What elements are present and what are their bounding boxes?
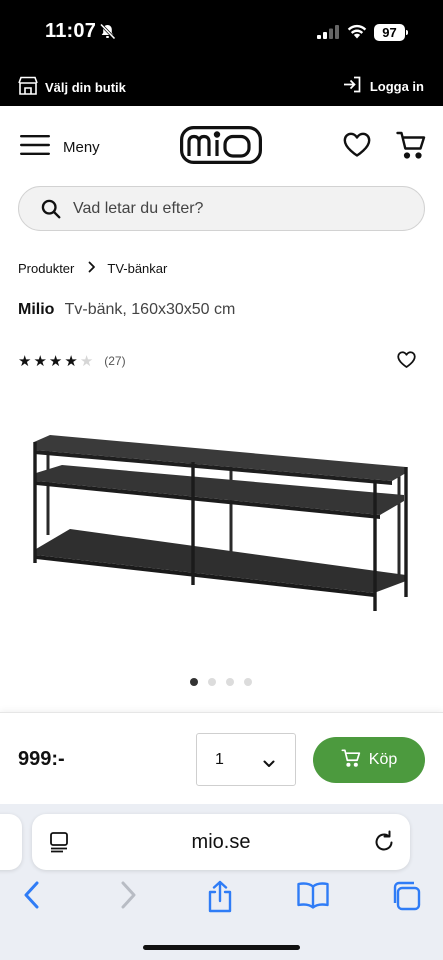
store-icon [18, 76, 38, 98]
browser-chrome: mio.se [0, 804, 443, 960]
star-icon: ★ [64, 353, 78, 370]
tabs-overview-icon[interactable] [390, 880, 422, 917]
buy-button-label: Köp [368, 751, 398, 768]
heart-icon [397, 351, 416, 372]
star-icon: ★ [18, 353, 32, 370]
select-store-label: Välj din butik [45, 79, 126, 95]
mio-logo[interactable] [180, 126, 263, 169]
carousel-dot[interactable] [244, 678, 252, 686]
product-brand: Milio [18, 301, 55, 318]
cart-button[interactable] [396, 131, 426, 164]
breadcrumb: Produkter TV-bänkar [18, 261, 167, 276]
image-carousel-dots [190, 678, 252, 686]
carousel-dot[interactable] [190, 678, 198, 686]
product-name: Tv-bänk, 160x30x50 cm [64, 301, 236, 318]
cart-icon [396, 131, 426, 163]
previous-tab-preview[interactable] [0, 814, 22, 870]
hamburger-icon [20, 134, 50, 160]
url-text: mio.se [191, 831, 251, 853]
breadcrumb-item-products[interactable]: Produkter [18, 261, 74, 276]
quantity-select[interactable]: 1 [196, 733, 296, 786]
back-icon[interactable] [22, 880, 42, 915]
review-count: (27) [104, 354, 126, 368]
signal-icon [317, 25, 340, 44]
star-icon: ★ [33, 353, 47, 370]
reload-icon[interactable] [373, 830, 395, 858]
quantity-value: 1 [215, 751, 224, 768]
search-icon [41, 199, 61, 224]
star-icon: ★ [48, 353, 63, 370]
product-image[interactable] [28, 425, 413, 620]
cart-icon [341, 748, 361, 772]
wifi-icon [347, 23, 367, 44]
heart-icon [343, 132, 371, 161]
status-time: 11:07 [45, 20, 97, 42]
carousel-dot[interactable] [208, 678, 216, 686]
product-price: 999:- [18, 748, 65, 770]
address-bar[interactable]: mio.se [32, 814, 410, 870]
buy-button[interactable]: Köp [313, 737, 425, 783]
search-bar[interactable] [18, 186, 425, 231]
buy-bar: 999:- 1 Köp [0, 712, 443, 804]
store-bar: Välj din butik Logga in [0, 66, 443, 106]
bookmarks-icon[interactable] [296, 880, 330, 915]
browser-toolbar [0, 880, 443, 918]
menu-button[interactable]: Meny [20, 134, 100, 160]
chevron-down-icon [263, 755, 275, 773]
login-label: Logga in [369, 78, 424, 94]
login-icon [343, 76, 362, 96]
search-input[interactable] [73, 187, 403, 230]
add-to-wishlist-button[interactable] [397, 351, 416, 373]
share-icon[interactable] [206, 880, 234, 919]
breadcrumb-item-tv-benches[interactable]: TV-bänkar [107, 261, 167, 276]
forward-icon[interactable] [118, 880, 138, 915]
star-empty-icon: ★ [79, 353, 94, 370]
product-rating[interactable]: ★ ★ ★ ★ ★ (27) [18, 352, 126, 370]
carousel-dot[interactable] [226, 678, 234, 686]
product-title: Milio Tv-bänk, 160x30x50 cm [18, 301, 235, 319]
login-link[interactable]: Logga in [343, 76, 424, 96]
site-header: Meny [0, 106, 443, 184]
battery-indicator: 97 [374, 24, 408, 41]
home-indicator [143, 945, 300, 950]
wishlist-button[interactable] [343, 132, 371, 162]
chevron-right-icon [88, 261, 96, 276]
menu-label: Meny [63, 138, 100, 156]
select-store-link[interactable]: Välj din butik [18, 76, 126, 98]
bell-muted-icon [99, 23, 116, 45]
status-bar: 11:07 97 [0, 0, 443, 66]
